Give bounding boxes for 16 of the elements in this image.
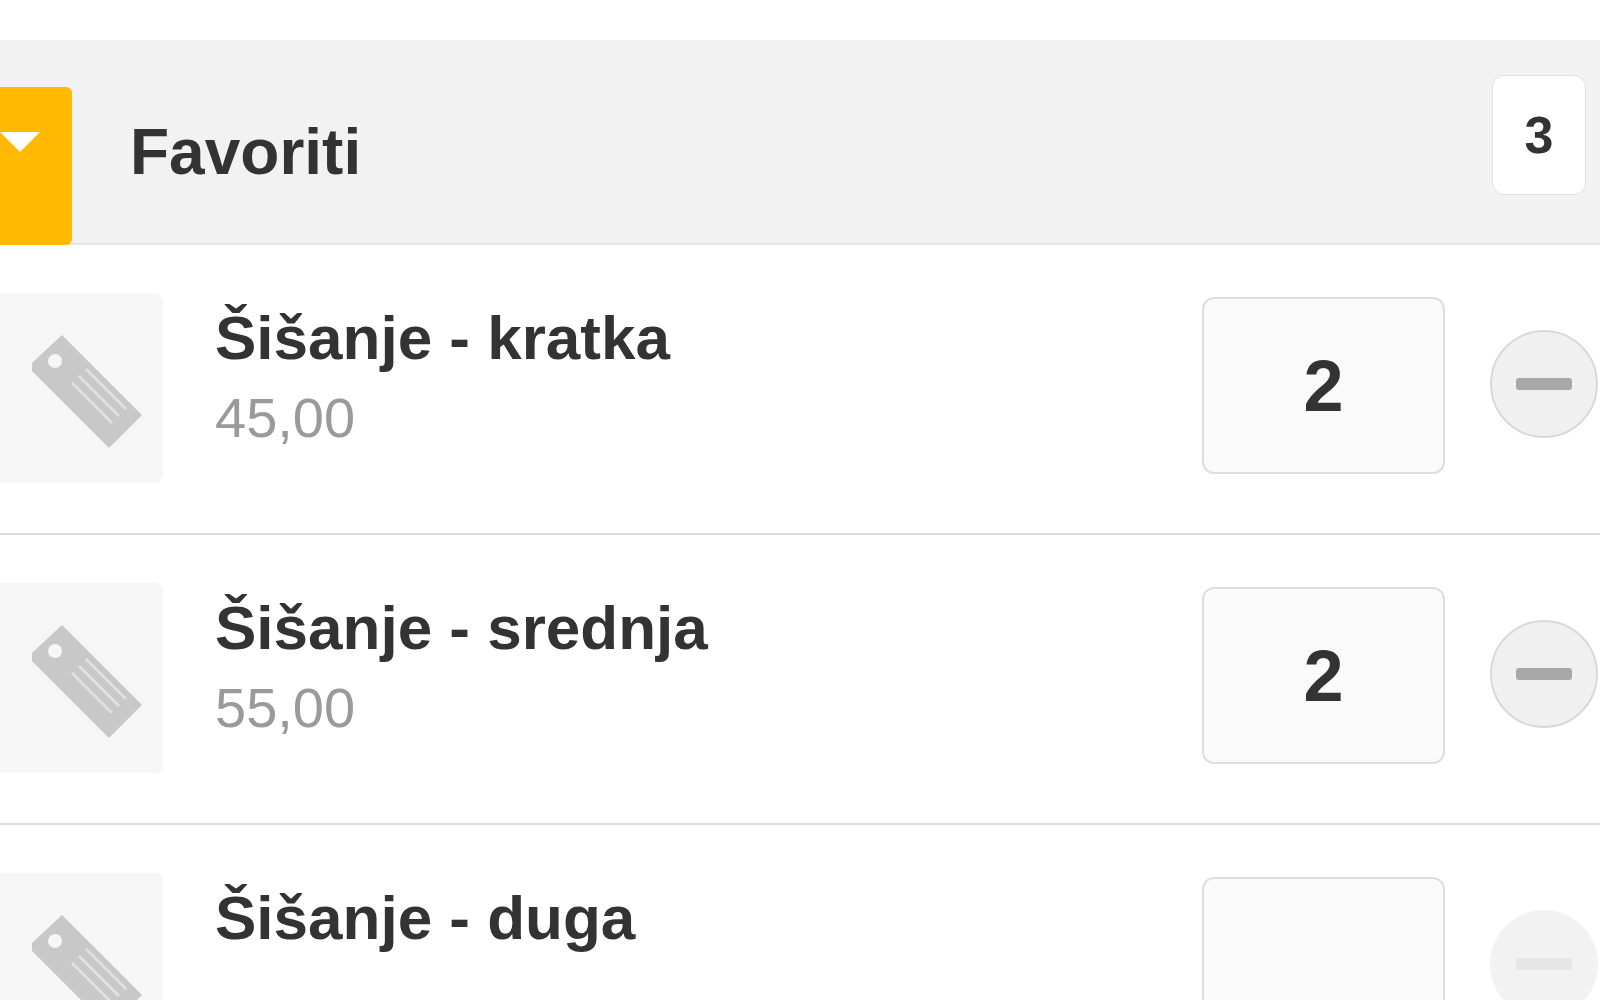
tag-icon bbox=[0, 293, 163, 483]
service-price: 45,00 bbox=[215, 385, 357, 451]
tag-icon bbox=[0, 583, 163, 773]
minus-icon bbox=[1516, 668, 1572, 680]
caret-down-icon bbox=[0, 132, 40, 154]
group-title: Favoriti bbox=[130, 116, 362, 188]
service-name: Šišanje - kratka bbox=[215, 302, 670, 374]
service-name: Šišanje - duga bbox=[215, 882, 636, 954]
minus-icon bbox=[1516, 378, 1572, 390]
group-header[interactable]: Favoriti 3 bbox=[0, 40, 1600, 245]
quantity-field[interactable]: 2 bbox=[1202, 587, 1445, 764]
service-name: Šišanje - srednja bbox=[215, 592, 708, 664]
service-price: 55,00 bbox=[215, 675, 357, 741]
expand-toggle[interactable] bbox=[0, 87, 72, 245]
quantity-field[interactable]: 2 bbox=[1202, 297, 1445, 474]
count-badge: 3 bbox=[1492, 75, 1586, 195]
